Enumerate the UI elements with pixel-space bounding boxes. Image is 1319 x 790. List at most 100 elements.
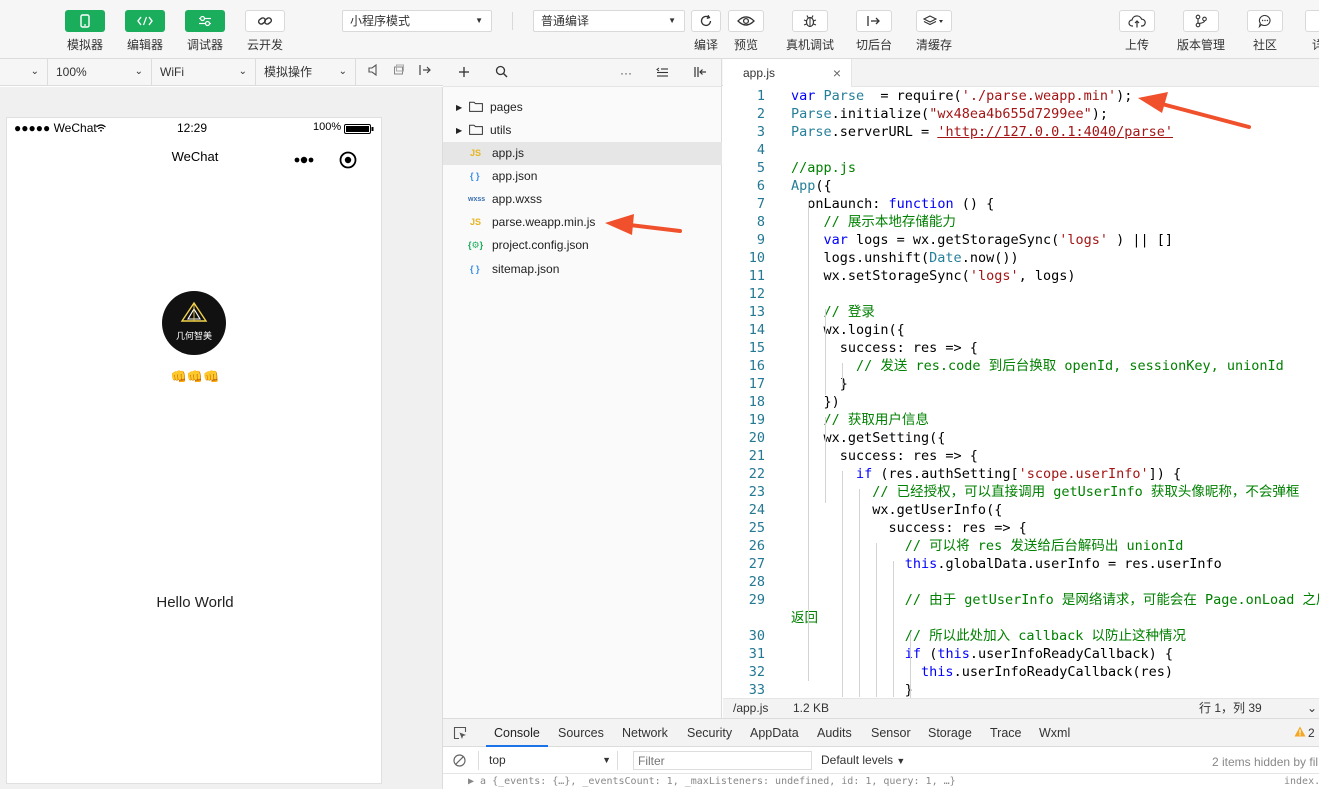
tab-sensor[interactable]: Sensor	[871, 719, 911, 747]
more-icon[interactable]: ···	[615, 59, 637, 87]
tab-security[interactable]: Security	[687, 719, 732, 747]
console-log-source[interactable]: index.j	[1284, 774, 1319, 790]
device-select[interactable]: ⌄	[0, 59, 48, 86]
code-line[interactable]: 9 var logs = wx.getStorageSync('logs' ) …	[723, 231, 1319, 249]
tree-file-app-js[interactable]: JS app.js	[443, 142, 722, 165]
code-line[interactable]: 18 })	[723, 393, 1319, 411]
sim-ops-select[interactable]: 模拟操作 ⌄	[256, 59, 356, 86]
console-log-entry[interactable]: ▶ a {_events: {…}, _eventsCount: 1, _max…	[468, 774, 956, 790]
code-line[interactable]: 13 // 登录	[723, 303, 1319, 321]
upload-button[interactable]: 上传	[1107, 10, 1167, 53]
code-line[interactable]: 17 }	[723, 375, 1319, 393]
tab-audits[interactable]: Audits	[817, 719, 852, 747]
console-filter-input[interactable]	[633, 751, 812, 770]
tab-app-js[interactable]: app.js ×	[723, 59, 852, 87]
code-line[interactable]: 8 // 展示本地存储能力	[723, 213, 1319, 231]
tree-file-project-config-json[interactable]: {⚙} project.config.json	[443, 234, 722, 257]
code-line[interactable]: 19 // 获取用户信息	[723, 411, 1319, 429]
tab-appdata[interactable]: AppData	[750, 719, 799, 747]
tree-folder-utils[interactable]: ▶ utils	[443, 119, 722, 142]
code-area[interactable]: 1 var Parse = require('./parse.weapp.min'…	[723, 87, 1319, 698]
version-control-button[interactable]: 版本管理	[1171, 10, 1231, 53]
add-file-icon[interactable]	[453, 59, 475, 87]
zoom-select[interactable]: 100% ⌄	[48, 59, 152, 86]
file-name: parse.weapp.min.js	[492, 215, 596, 229]
code-line[interactable]: 25 success: res => {	[723, 519, 1319, 537]
code-line[interactable]: 14 wx.login({	[723, 321, 1319, 339]
tree-file-app-json[interactable]: { } app.json	[443, 165, 722, 188]
cloud-dev-button[interactable]: 云开发	[235, 10, 295, 53]
tab-wxml[interactable]: Wxml	[1039, 719, 1070, 747]
compile-mode-select[interactable]: 普通编译 ▼	[533, 10, 685, 32]
code-line[interactable]: 32 this.userInfoReadyCallback(res)	[723, 663, 1319, 681]
window-icon[interactable]	[388, 59, 410, 86]
debugger-toggle-button[interactable]: 调试器	[175, 10, 235, 53]
inspect-element-icon[interactable]	[453, 726, 467, 743]
detach-simulator-icon[interactable]	[414, 59, 436, 86]
tree-file-app-wxss[interactable]: wxss app.wxss	[443, 188, 722, 211]
tree-file-sitemap-json[interactable]: { } sitemap.json	[443, 258, 722, 281]
code-text: this.globalData.userInfo = res.userInfo	[904, 556, 1222, 572]
code-line[interactable]: 7 onLaunch: function () {	[723, 195, 1319, 213]
tab-storage[interactable]: Storage	[928, 719, 972, 747]
details-button[interactable]	[1305, 10, 1319, 32]
code-line[interactable]: 24 wx.getUserInfo({	[723, 501, 1319, 519]
status-more-icon[interactable]: ⌄	[1307, 699, 1317, 718]
warning-count: 2	[1308, 726, 1315, 740]
code-line[interactable]: 1 var Parse = require('./parse.weapp.min'…	[723, 87, 1319, 105]
close-miniprogram-icon[interactable]	[339, 151, 357, 172]
code-line[interactable]: 5 //app.js	[723, 159, 1319, 177]
code-line[interactable]: 10 logs.unshift(Date.now())	[723, 249, 1319, 267]
code-line[interactable]: 2 Parse.initialize("wx48ea4b655d7299ee");	[723, 105, 1319, 123]
mode-select[interactable]: 小程序模式 ▼	[342, 10, 492, 32]
code-line[interactable]: 3 Parse.serverURL = 'http://127.0.0.1:404…	[723, 123, 1319, 141]
code-line[interactable]: 30 // 所以此处加入 callback 以防止这种情况	[723, 627, 1319, 645]
code-line[interactable]: 26 // 可以将 res 发送给后台解码出 unionId	[723, 537, 1319, 555]
code-line[interactable]: 31 if (this.userInfoReadyCallback) {	[723, 645, 1319, 663]
clear-cache-button[interactable]: 清缓存	[904, 10, 964, 53]
remote-debug-button[interactable]: 真机调试	[780, 10, 840, 53]
line-number: 13	[748, 304, 765, 320]
expand-arrow-icon: ▶	[456, 103, 463, 112]
code-line[interactable]: 29 // 由于 getUserInfo 是网络请求，可能会在 Page.onL…	[723, 591, 1319, 609]
code-line[interactable]: 6 App({	[723, 177, 1319, 195]
clear-console-icon[interactable]	[453, 754, 466, 770]
hidden-items-msg: 2 items hidden by fil	[1212, 755, 1319, 769]
log-levels-select[interactable]: Default levels ▼	[821, 751, 905, 771]
tree-file-parse-weapp-min-js[interactable]: JS parse.weapp.min.js	[443, 211, 722, 234]
code-line[interactable]: 4	[723, 141, 1319, 159]
status-cursor-position[interactable]: 行 1，列 39	[1199, 699, 1262, 718]
editor-toggle-button[interactable]: 编辑器	[115, 10, 175, 53]
code-line[interactable]: 28	[723, 573, 1319, 591]
tab-network[interactable]: Network	[622, 719, 668, 747]
code-line[interactable]: 21 success: res => {	[723, 447, 1319, 465]
code-line[interactable]: 22 if (res.authSetting['scope.userInfo']…	[723, 465, 1319, 483]
tab-console[interactable]: Console	[486, 719, 548, 747]
line-number: 21	[748, 448, 765, 464]
code-line[interactable]: 12	[723, 285, 1319, 303]
community-button[interactable]: 社区	[1235, 10, 1295, 53]
collapse-panel-icon[interactable]	[689, 59, 711, 87]
context-select[interactable]: top ▼	[478, 751, 618, 770]
tab-trace[interactable]: Trace	[990, 719, 1022, 747]
mute-icon[interactable]	[362, 59, 384, 86]
simulator-toggle-button[interactable]: 模拟器	[55, 10, 115, 53]
more-dots-icon[interactable]	[293, 154, 317, 169]
code-line[interactable]: 20 wx.getSetting({	[723, 429, 1319, 447]
code-line[interactable]: 23 // 已经授权，可以直接调用 getUserInfo 获取头像昵称，不会弹…	[723, 483, 1319, 501]
search-icon[interactable]	[490, 59, 512, 87]
code-line[interactable]: 15 success: res => {	[723, 339, 1319, 357]
tab-sources[interactable]: Sources	[558, 719, 604, 747]
tree-folder-pages[interactable]: ▶ pages	[443, 96, 722, 119]
close-icon[interactable]: ×	[833, 59, 841, 87]
switch-background-button[interactable]: 切后台	[844, 10, 904, 53]
network-select[interactable]: WiFi ⌄	[152, 59, 256, 86]
code-line[interactable]: 27 this.globalData.userInfo = res.userIn…	[723, 555, 1319, 573]
warning-icon[interactable]	[1294, 726, 1306, 740]
preview-button[interactable]: 预览	[716, 10, 776, 53]
code-line[interactable]: 16 // 发送 res.code 到后台换取 openId, sessionK…	[723, 357, 1319, 375]
collapse-all-icon[interactable]	[651, 59, 673, 87]
code-line[interactable]: 33 }	[723, 681, 1319, 698]
code-line[interactable]: 11 wx.setStorageSync('logs', logs)	[723, 267, 1319, 285]
code-line[interactable]: 返回	[723, 609, 1319, 627]
